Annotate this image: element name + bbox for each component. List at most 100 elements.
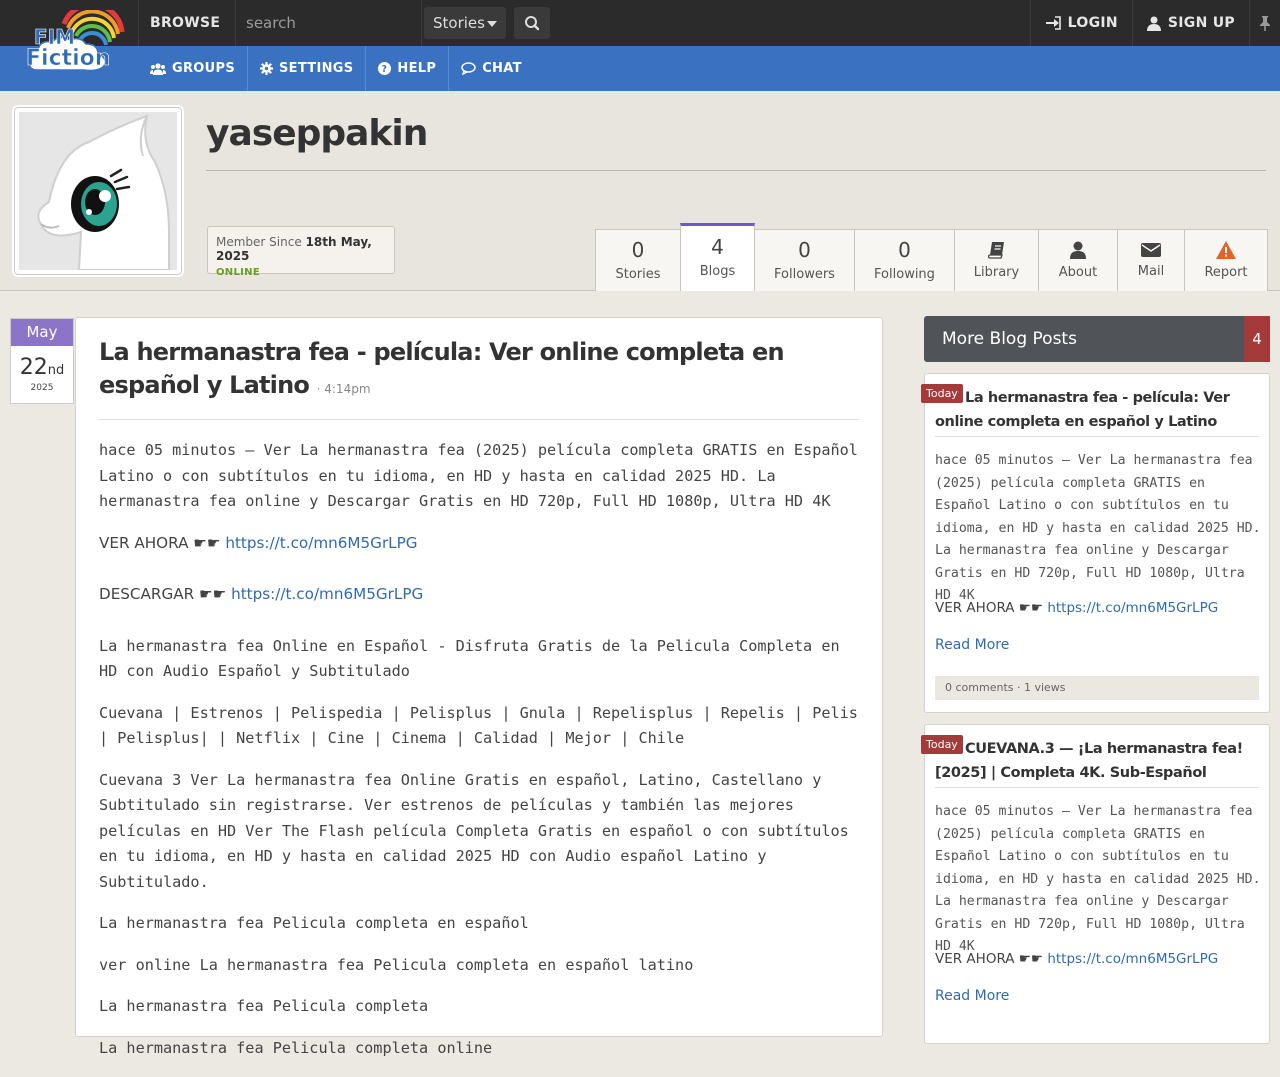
tab-label: Mail	[1137, 264, 1165, 279]
tab-count: 0	[798, 238, 811, 262]
signup-label: SIGN UP	[1167, 15, 1235, 31]
post-date-box: May 22nd 2025	[10, 318, 74, 404]
post-paragraph: ver online La hermanastra fea Pelicula c…	[99, 955, 694, 974]
logo-text-fiction: Fiction	[26, 46, 110, 71]
card-watch-link[interactable]: https://t.co/mn6M5GrLPG	[1047, 600, 1218, 616]
post-year: 2025	[30, 383, 54, 393]
default-pony-avatar-icon	[19, 112, 177, 270]
fimfiction-logo[interactable]: FIM Fiction	[24, 10, 128, 78]
warning-icon	[1216, 241, 1236, 259]
tab-label: About	[1058, 265, 1098, 280]
tab-label: Blogs	[699, 264, 736, 279]
svg-text:?: ?	[382, 64, 388, 75]
tab-following[interactable]: 0 Following	[854, 229, 955, 291]
tab-mail[interactable]: Mail	[1117, 229, 1185, 291]
post-day: 22nd	[19, 355, 65, 380]
search-input[interactable]	[236, 0, 422, 46]
divider	[206, 170, 1266, 171]
card-watch-line: VER AHORA ☛☛ https://t.co/mn6M5GrLPG	[935, 951, 1219, 967]
nav-item-groups[interactable]: GROUPS	[138, 46, 248, 91]
post-title: La hermanastra fea - película: Ver onlin…	[99, 338, 785, 399]
online-status: ONLINE	[216, 267, 260, 278]
post-paragraph: Cuevana | Estrenos | Pelispedia | Pelisp…	[99, 703, 858, 748]
post-time: · 4:14pm	[316, 382, 371, 396]
search-icon	[525, 16, 540, 31]
post-paragraph: DESCARGAR ☛☛ https://t.co/mn6M5GrLPG	[99, 585, 424, 603]
browse-label: BROWSE	[150, 15, 221, 31]
avatar[interactable]	[14, 107, 182, 275]
blog-post: La hermanastra fea - película: Ver onlin…	[75, 317, 883, 1057]
nav-label: SETTINGS	[278, 61, 354, 76]
card-watch-line: VER AHORA ☛☛ https://t.co/mn6M5GrLPG	[935, 600, 1219, 616]
top-bar: BROWSE Stories LOGIN SIGN UP	[0, 0, 1280, 72]
blog-post-card: Today CUEVANA.3 — ¡La hermanastra fea! […	[921, 724, 1270, 1044]
download-link[interactable]: https://t.co/mn6M5GrLPG	[231, 585, 423, 603]
post-paragraph: La hermanastra fea Pelicula completa	[99, 997, 429, 1015]
read-more-link[interactable]: Read More	[935, 988, 1009, 1004]
profile-header: yaseppakin Member Since 18th May, 2025 O…	[0, 91, 1280, 291]
card-stats: 0 comments · 1 views	[935, 676, 1259, 700]
sidebar-title: More Blog Posts	[942, 329, 1077, 349]
browse-menu-button[interactable]: BROWSE	[138, 0, 236, 72]
login-label: LOGIN	[1067, 15, 1118, 31]
search-scope-label: Stories	[433, 14, 485, 32]
tab-stories[interactable]: 0 Stories	[595, 229, 681, 291]
tab-count: 4	[711, 235, 724, 259]
post-paragraph: VER AHORA ☛☛ https://t.co/mn6M5GrLPG	[99, 533, 418, 552]
login-button[interactable]: LOGIN	[1029, 0, 1132, 46]
tab-blogs[interactable]: 4 Blogs	[680, 223, 755, 291]
sign-in-icon	[1045, 16, 1061, 30]
card-excerpt: hace 05 minutos — Ver La hermanastra fea…	[935, 804, 1261, 954]
post-paragraph: Cuevana 3 Ver La hermanastra fea Online …	[99, 770, 849, 891]
pin-button[interactable]	[1249, 0, 1280, 46]
tab-report[interactable]: Report	[1184, 229, 1268, 291]
tab-count: 0	[631, 238, 645, 262]
read-more-link[interactable]: Read More	[935, 637, 1009, 653]
users-icon	[150, 62, 166, 75]
nav-item-help[interactable]: ? HELP	[366, 46, 450, 91]
card-title-link[interactable]: La hermanastra fea - película: Ver onlin…	[935, 386, 1261, 434]
account-links: LOGIN SIGN UP	[1029, 0, 1280, 46]
nav-item-settings[interactable]: SETTINGS	[248, 46, 367, 91]
post-body: hace 05 minutos — Ver La hermanastra fea…	[99, 438, 859, 1077]
divider	[935, 787, 1259, 788]
tab-label: Library	[973, 265, 1020, 280]
watch-link[interactable]: https://t.co/mn6M5GrLPG	[225, 534, 417, 552]
tab-label: Followers	[774, 267, 835, 282]
question-icon: ?	[378, 62, 392, 75]
tab-label: Stories	[615, 267, 661, 282]
card-watch-link[interactable]: https://t.co/mn6M5GrLPG	[1047, 951, 1218, 967]
profile-tabs: 0 Stories 4 Blogs 0 Followers 0 Followin…	[595, 223, 1268, 291]
search-scope-select[interactable]: Stories	[424, 7, 506, 39]
blog-count-badge: 4	[1244, 316, 1270, 362]
search-button[interactable]	[514, 7, 550, 39]
nav-label: GROUPS	[172, 61, 235, 76]
tab-library[interactable]: Library	[954, 229, 1039, 291]
divider	[99, 419, 859, 420]
post-paragraph: La hermanastra fea Pelicula completa onl…	[99, 1038, 493, 1057]
chevron-down-icon	[487, 21, 497, 27]
card-title-link[interactable]: CUEVANA.3 — ¡La hermanastra fea! [2025] …	[935, 737, 1261, 785]
nav-bar: GROUPS SETTINGS ? HELP CHAT	[0, 46, 1280, 92]
username: yaseppakin	[206, 113, 428, 154]
chat-icon	[461, 62, 476, 75]
gear-icon	[259, 62, 273, 75]
nav-item-chat[interactable]: CHAT	[449, 46, 534, 91]
thumbtack-icon	[1260, 16, 1270, 31]
tab-label: Report	[1204, 265, 1248, 280]
mail-icon	[1141, 243, 1161, 257]
tab-followers[interactable]: 0 Followers	[754, 229, 855, 291]
more-blog-posts-header: More Blog Posts 4	[924, 316, 1270, 362]
tab-about[interactable]: About	[1038, 229, 1118, 291]
user-icon	[1146, 16, 1161, 31]
divider	[935, 436, 1259, 437]
card-excerpt: hace 05 minutos — Ver La hermanastra fea…	[935, 453, 1261, 603]
member-since-label: Member Since	[216, 235, 302, 249]
member-info-box: Member Since 18th May, 2025 ONLINE	[207, 226, 395, 278]
user-icon	[1070, 241, 1086, 259]
nav-label: HELP	[397, 61, 437, 76]
post-paragraph: La hermanastra fea Pelicula completa en …	[99, 914, 529, 932]
book-icon	[987, 242, 1004, 259]
signup-button[interactable]: SIGN UP	[1131, 0, 1249, 46]
post-month: May	[11, 319, 73, 346]
